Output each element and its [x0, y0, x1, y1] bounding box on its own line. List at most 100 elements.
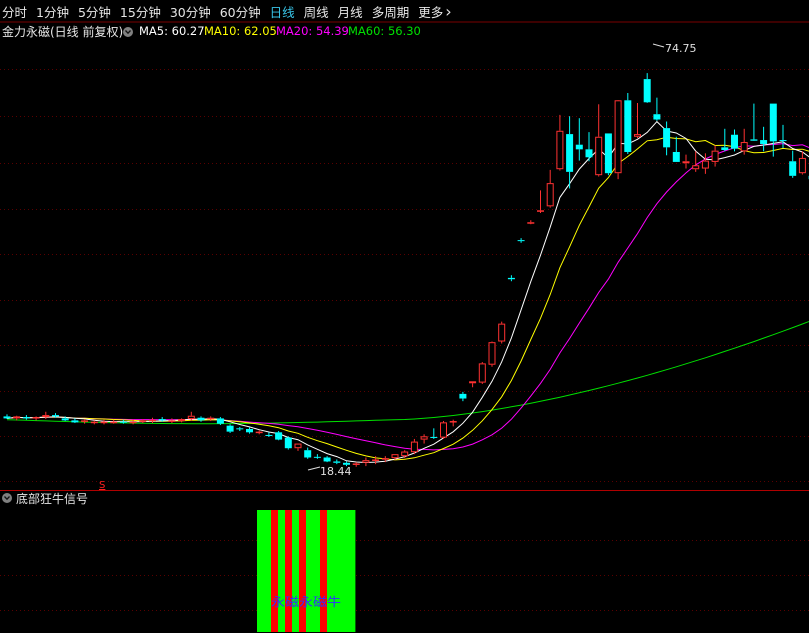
candle-body-3	[32, 417, 40, 419]
ma-legend-ma10: MA10: 62.05	[204, 24, 277, 38]
candle-body-1	[13, 416, 21, 419]
candle-54	[527, 220, 535, 225]
candle-52	[507, 275, 515, 282]
candle-79	[769, 103, 777, 157]
signal-bar-9	[320, 510, 328, 632]
candle-body-19	[187, 415, 195, 420]
low-annotation: 18.44	[307, 465, 352, 478]
candle-36	[352, 462, 360, 467]
kline-chart[interactable]: 金力永磁(日线 前复权) MA5: 60.27 MA10: 62.05 MA20: …	[0, 0, 809, 633]
candle-body-52	[507, 277, 515, 280]
candle-29	[284, 436, 292, 450]
signal-bar-10	[327, 510, 335, 632]
candle-4	[42, 411, 50, 420]
candle-66	[643, 73, 651, 103]
candle-body-43	[420, 436, 428, 440]
candle-body-25	[246, 428, 253, 433]
signal-bar-text: 永磁永磁牛	[271, 594, 341, 609]
candle-body-64	[624, 100, 632, 152]
candle-body-34	[333, 461, 341, 463]
candle-body-63	[614, 100, 622, 174]
candle-body-6	[61, 418, 69, 421]
candle-49	[478, 362, 486, 384]
candle-body-82	[798, 157, 806, 174]
candle-56	[546, 169, 554, 208]
candle-body-73	[711, 150, 719, 162]
ma60-path	[6, 320, 809, 425]
signal-bar-8	[313, 510, 321, 632]
candle-24	[236, 427, 244, 431]
candle-body-48	[469, 381, 477, 384]
candle-body-24	[236, 428, 244, 430]
candle-body-33	[323, 457, 331, 462]
candle-body-76	[740, 142, 748, 152]
signal-bar-6	[299, 510, 307, 632]
candle-43	[420, 434, 428, 444]
candle-18	[178, 418, 186, 423]
candle-body-51	[498, 323, 506, 342]
high-pointer	[652, 43, 665, 48]
candle-28	[275, 430, 283, 441]
candle-body-10	[100, 421, 108, 424]
candle-body-37	[362, 460, 370, 463]
candle-45	[440, 421, 447, 439]
signal-bar-7	[306, 510, 314, 632]
candle-body-62	[604, 133, 612, 174]
candle-body-68	[663, 128, 671, 148]
candle-46	[449, 419, 457, 427]
candle-10	[100, 419, 108, 425]
candle-77	[750, 103, 758, 141]
candles	[3, 73, 809, 467]
ma10-line	[6, 136, 809, 461]
candle-25	[246, 427, 253, 434]
candle-55	[537, 190, 544, 213]
candle-65	[634, 102, 641, 139]
candle-body-32	[313, 456, 321, 458]
candle-body-71	[692, 165, 700, 170]
candle-body-55	[537, 210, 544, 212]
candle-61	[595, 104, 603, 177]
candle-body-81	[789, 161, 797, 176]
candle-body-18	[178, 419, 186, 422]
candle-body-66	[643, 79, 651, 103]
candle-body-80	[779, 140, 787, 142]
candle-33	[323, 456, 331, 463]
signal-bar-11	[334, 510, 342, 632]
candle-26	[255, 430, 263, 435]
signal-bar-12	[341, 510, 349, 632]
candle-body-57	[556, 130, 564, 170]
candle-body-13	[129, 421, 137, 424]
candle-8	[81, 419, 89, 424]
candle-59	[575, 118, 583, 161]
candle-body-59	[575, 144, 583, 150]
candle-body-23	[226, 425, 234, 432]
candle-body-36	[352, 463, 360, 465]
candle-32	[313, 454, 321, 459]
candle-58	[566, 116, 574, 189]
candle-body-67	[653, 114, 661, 120]
candle-body-9	[90, 421, 98, 424]
ma5-line	[6, 120, 809, 464]
candle-75	[731, 129, 738, 152]
candle-47	[459, 391, 467, 402]
candle-body-58	[566, 134, 574, 172]
candle-body-70	[682, 161, 690, 164]
ma10-path	[6, 136, 809, 461]
ma-legend-ma5: MA5: 60.27	[139, 24, 205, 38]
candle-68	[663, 121, 671, 156]
candle-9	[90, 420, 98, 425]
low-pointer	[307, 466, 321, 471]
sub-panel-title: 底部狂牛信号	[16, 491, 88, 506]
ma20-path	[6, 143, 809, 451]
dropdown-icon[interactable]	[123, 27, 133, 37]
ma-legend-ma20: MA20: 54.39	[276, 24, 349, 38]
candle-body-54	[527, 222, 535, 224]
candle-11	[110, 419, 118, 424]
sub-dropdown-icon[interactable]	[2, 493, 12, 503]
ma60-line	[6, 320, 809, 425]
candle-body-17	[168, 420, 176, 422]
candle-body-26	[255, 431, 263, 434]
candle-body-12	[119, 421, 127, 423]
candle-body-74	[721, 147, 729, 150]
candle-69	[672, 136, 680, 162]
